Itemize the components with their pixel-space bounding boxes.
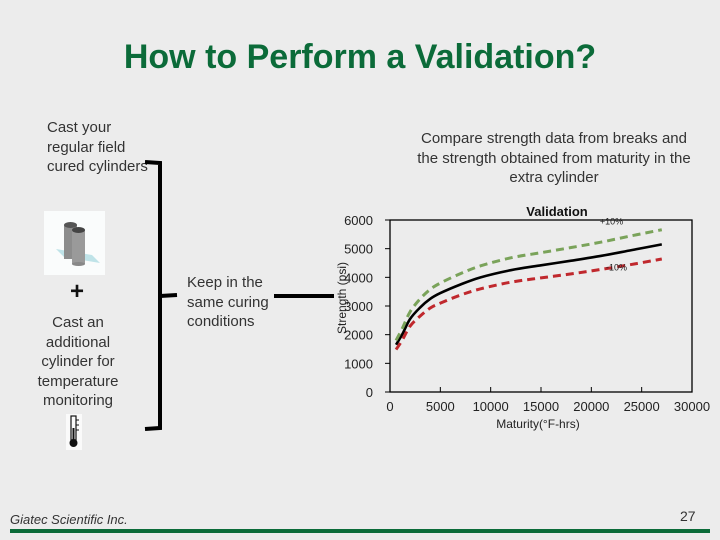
thermometer-icon bbox=[66, 414, 82, 455]
series-line--10- bbox=[394, 228, 663, 342]
x-tick-label: 30000 bbox=[674, 399, 710, 414]
x-tick-label: 10000 bbox=[473, 399, 509, 414]
x-tick-label: 0 bbox=[386, 399, 393, 414]
concrete-cylinders-image bbox=[44, 211, 105, 275]
validation-chart: 01000200030004000500060000 5000 10000 15000… bbox=[335, 204, 710, 431]
series-line-strength-maturity-curve bbox=[394, 243, 663, 346]
compare-strength-text: Compare strength data from breaks and th… bbox=[417, 130, 691, 186]
y-tick-label: 5000 bbox=[344, 242, 373, 257]
slide-title: How to Perform a Validation? bbox=[123, 38, 597, 76]
chart-title: Validation bbox=[526, 204, 587, 219]
y-tick-label: 6000 bbox=[344, 213, 373, 228]
page-number: 27 bbox=[680, 508, 696, 524]
series-line--10- bbox=[394, 257, 663, 351]
x-tick-label: 5000 bbox=[426, 399, 455, 414]
cast-additional-cylinder-text: Cast an additional cylinder for temperat… bbox=[37, 314, 119, 409]
x-axis-label: Maturity(°F-hrs) bbox=[496, 417, 579, 431]
annotation-label: -10% bbox=[606, 262, 627, 272]
annotation-label: +10% bbox=[600, 216, 623, 226]
x-tick-label: 15000 bbox=[523, 399, 559, 414]
keep-same-curing-text: Keep in the same curing conditions bbox=[187, 274, 269, 330]
footer-divider bbox=[10, 529, 710, 533]
plus-symbol: + bbox=[70, 278, 85, 305]
x-tick-label: 20000 bbox=[573, 399, 609, 414]
footer-company: Giatec Scientific Inc. bbox=[10, 512, 128, 527]
y-axis-label: Strength (psi) bbox=[335, 262, 349, 334]
x-tick-label: 25000 bbox=[624, 399, 660, 414]
y-tick-label: 0 bbox=[366, 385, 373, 400]
plot-frame bbox=[389, 219, 693, 393]
y-tick-label: 1000 bbox=[344, 356, 373, 371]
bracket-tick bbox=[159, 293, 178, 298]
